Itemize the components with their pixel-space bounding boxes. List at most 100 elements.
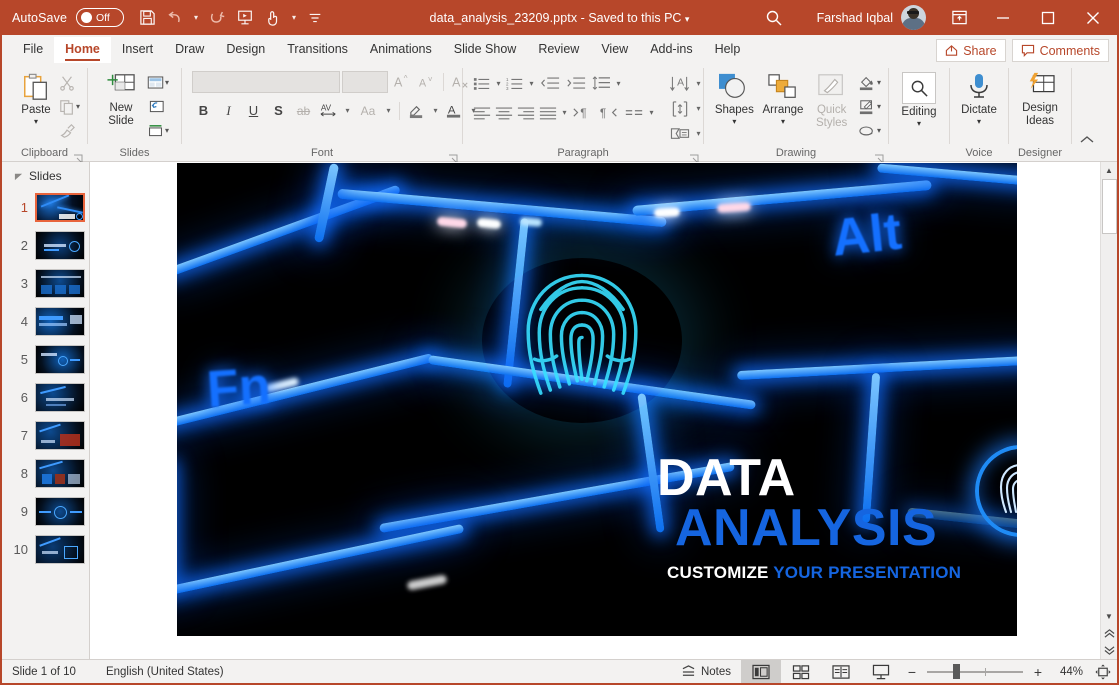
line-spacing-chevron-down-icon[interactable]: ▾ (613, 72, 624, 95)
reset-button[interactable] (145, 95, 171, 118)
autosave-toggle[interactable]: Off (76, 8, 125, 27)
shapes-button[interactable]: Shapes ▾ (710, 69, 759, 126)
bullets-button[interactable] (471, 72, 493, 95)
design-ideas-button[interactable]: Design Ideas (1014, 69, 1066, 127)
change-case-button[interactable]: Aa (355, 99, 381, 122)
save-icon[interactable] (134, 5, 160, 31)
next-slide-button[interactable] (1101, 642, 1118, 659)
shape-outline-chevron-down-icon[interactable]: ▾ (877, 102, 881, 111)
section-button[interactable]: ▾ (145, 119, 171, 142)
highlight-chevron-down-icon[interactable]: ▾ (430, 99, 441, 122)
align-text-chevron-down-icon[interactable]: ▾ (693, 97, 704, 120)
user-name[interactable]: Farshad Iqbal (817, 11, 893, 25)
increase-indent-button[interactable] (563, 72, 589, 95)
text-direction-rtl-button[interactable]: ¶ (596, 101, 622, 124)
justify-chevron-down-icon[interactable]: ▾ (559, 101, 570, 124)
text-direction-ltr-button[interactable]: ¶ (570, 101, 596, 124)
normal-view-button[interactable] (741, 660, 781, 683)
search-icon[interactable] (762, 6, 786, 30)
cut-button[interactable] (57, 71, 82, 94)
slide-thumbnail-7[interactable]: 7 (2, 416, 89, 454)
strikethrough-button[interactable]: ab (292, 99, 315, 122)
slide-counter[interactable]: Slide 1 of 10 (2, 666, 86, 678)
paste-button[interactable]: Paste ▾ (15, 69, 57, 126)
shape-effects-button[interactable]: ▾ (856, 119, 883, 142)
columns-button[interactable] (622, 101, 646, 124)
customize-qat-icon[interactable] (302, 5, 328, 31)
undo-icon[interactable] (162, 5, 188, 31)
numbering-chevron-down-icon[interactable]: ▾ (526, 72, 537, 95)
decrease-indent-button[interactable] (537, 72, 563, 95)
slide-thumbnail-6[interactable]: 6 (2, 378, 89, 416)
italic-button[interactable]: I (217, 99, 240, 122)
undo-chevron-down-icon[interactable]: ▾ (190, 5, 202, 31)
shape-outline-button[interactable]: ▾ (856, 95, 883, 118)
tab-add-ins[interactable]: Add-ins (639, 37, 703, 63)
text-direction-button[interactable]: A (667, 72, 693, 95)
font-name-input[interactable] (192, 70, 340, 93)
slide-thumbnail-3[interactable]: 3 (2, 264, 89, 302)
font-size-input[interactable] (342, 70, 388, 93)
shape-fill-button[interactable]: ▾ (856, 71, 883, 94)
arrange-chevron-down-icon[interactable]: ▾ (781, 117, 785, 126)
justify-button[interactable] (537, 101, 559, 124)
shape-fill-chevron-down-icon[interactable]: ▾ (877, 78, 881, 87)
file-name[interactable]: data_analysis_23209.pptx (430, 11, 578, 25)
dictate-chevron-down-icon[interactable]: ▾ (977, 117, 981, 126)
layout-button[interactable]: ▾ (145, 71, 171, 94)
numbering-button[interactable]: 123 (504, 72, 526, 95)
ribbon-display-options-icon[interactable] (938, 0, 980, 35)
reading-view-button[interactable] (821, 660, 861, 683)
text-highlight-color-button[interactable] (405, 99, 428, 122)
editing-chevron-down-icon[interactable]: ▾ (917, 119, 921, 128)
comments-button[interactable]: Comments (1011, 39, 1109, 62)
tab-design[interactable]: Design (215, 37, 276, 63)
underline-button[interactable]: U (242, 99, 265, 122)
copy-chevron-down-icon[interactable]: ▾ (76, 102, 80, 111)
zoom-out-button[interactable]: − (901, 664, 923, 680)
minimize-button[interactable] (980, 0, 1025, 35)
format-painter-button[interactable] (57, 119, 82, 142)
vertical-scrollbar[interactable]: ▲ ▼ (1100, 162, 1117, 659)
bullets-chevron-down-icon[interactable]: ▾ (493, 72, 504, 95)
tab-view[interactable]: View (590, 37, 639, 63)
start-from-beginning-icon[interactable] (232, 5, 258, 31)
slide-thumbnail-10[interactable]: 10 (2, 530, 89, 568)
tab-slide-show[interactable]: Slide Show (443, 37, 528, 63)
scroll-up-button[interactable]: ▲ (1101, 162, 1118, 179)
notes-button[interactable]: Notes (671, 665, 741, 678)
text-shadow-button[interactable]: S (267, 99, 290, 122)
new-slide-button[interactable]: New Slide (97, 69, 145, 127)
zoom-slider-handle[interactable] (953, 664, 960, 679)
collapse-ribbon-button[interactable] (1072, 63, 1102, 161)
fit-to-window-button[interactable] (1089, 660, 1117, 683)
share-button[interactable]: Share (936, 39, 1006, 62)
language-indicator[interactable]: English (United States) (86, 666, 234, 678)
text-direction-chevron-down-icon[interactable]: ▾ (693, 72, 704, 95)
maximize-button[interactable] (1025, 0, 1070, 35)
tab-review[interactable]: Review (527, 37, 590, 63)
quick-styles-button[interactable]: Quick Styles (807, 69, 856, 129)
layout-chevron-down-icon[interactable]: ▾ (165, 78, 169, 87)
tab-insert[interactable]: Insert (111, 37, 164, 63)
slide-thumbnail-pane[interactable]: Slides 1 2 3 4 5 6 7 8 9 10 (2, 162, 90, 659)
change-case-chevron-down-icon[interactable]: ▾ (383, 99, 394, 122)
dictate-button[interactable]: Dictate ▾ (955, 69, 1003, 126)
increase-font-size-button[interactable]: A ^ (390, 70, 413, 93)
tab-help[interactable]: Help (704, 37, 752, 63)
touch-mode-icon[interactable] (260, 5, 286, 31)
slide-show-view-button[interactable] (861, 660, 901, 683)
drawing-dialog-launcher[interactable] (874, 151, 884, 163)
shapes-chevron-down-icon[interactable]: ▾ (732, 117, 736, 126)
slide-thumbnail-5[interactable]: 5 (2, 340, 89, 378)
columns-chevron-down-icon[interactable]: ▾ (646, 101, 657, 124)
section-chevron-down-icon[interactable]: ▾ (165, 126, 169, 135)
align-left-button[interactable] (471, 101, 493, 124)
slide-thumbnail-2[interactable]: 2 (2, 226, 89, 264)
slide-thumbnail-8[interactable]: 8 (2, 454, 89, 492)
scrollbar-thumb[interactable] (1101, 179, 1117, 234)
save-location[interactable]: Saved to this PC (588, 11, 681, 25)
align-center-button[interactable] (493, 101, 515, 124)
slide-thumbnail-4[interactable]: 4 (2, 302, 89, 340)
line-spacing-button[interactable] (589, 72, 613, 95)
